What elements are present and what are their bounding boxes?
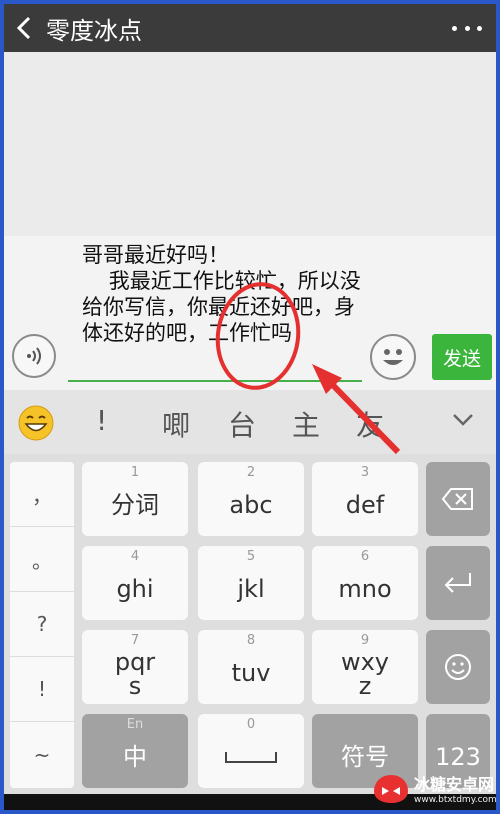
key-label: 分词 (111, 491, 159, 519)
key-label: ghi (116, 575, 154, 603)
watermark-title: 冰糖安卓网 (414, 775, 495, 794)
smiley-icon (445, 654, 471, 680)
send-button[interactable]: 发送 (432, 334, 492, 380)
candidate-item[interactable]: 友 (356, 404, 384, 444)
punct-key[interactable]: 。 (10, 527, 74, 592)
emoji-button[interactable] (370, 334, 416, 380)
watermark: 冰糖安卓网 www.btxtdmy.com (372, 766, 496, 810)
chevron-down-icon[interactable] (452, 412, 474, 432)
punct-key[interactable]: ， (10, 462, 74, 527)
key-number: 7 (130, 633, 140, 648)
candidate-item[interactable]: 唧 (162, 404, 190, 444)
key-6[interactable]: 6 mno (312, 546, 418, 620)
key-label: mno (338, 575, 392, 603)
key-label: pqr s (114, 648, 156, 700)
voice-icon (27, 347, 41, 365)
key-label: tuv (231, 659, 271, 687)
key-number: 4 (130, 549, 140, 564)
chat-header: 零度冰点 (4, 4, 496, 52)
more-dots-icon[interactable] (452, 14, 482, 42)
key-number: 9 (360, 633, 370, 648)
voice-input-button[interactable] (12, 334, 56, 378)
key-number: 8 (246, 633, 256, 648)
key-number: 2 (246, 465, 256, 480)
emoji-candidate-icon[interactable] (18, 405, 54, 441)
key-label: def (345, 491, 385, 519)
punct-key[interactable]: ! (10, 657, 74, 722)
key-4[interactable]: 4 ghi (82, 546, 188, 620)
language-switch-key[interactable]: En 中 (82, 714, 188, 788)
key-9[interactable]: 9 wxy z (312, 630, 418, 704)
key-number: 6 (360, 549, 370, 564)
app-frame: 零度冰点 哥哥最近好吗！ 我最近工作比较忙，所以没给你写信，你最近还好吧，身体还… (4, 4, 496, 810)
ime-keyboard: ， 。 ? ! ~ 1 分词 2 abc 3 def 4 ghi 5 jkl 6… (4, 454, 496, 794)
key-8[interactable]: 8 tuv (198, 630, 304, 704)
key-label: abc (229, 491, 273, 519)
emoji-key[interactable] (426, 630, 490, 704)
message-list[interactable] (4, 52, 496, 236)
key-number: 0 (246, 717, 256, 732)
enter-key[interactable] (426, 546, 490, 620)
key-number: 5 (246, 549, 256, 564)
enter-icon (444, 573, 471, 593)
key-7[interactable]: 7 pqr s (82, 630, 188, 704)
chat-title: 零度冰点 (46, 16, 142, 45)
candidate-item[interactable]: 主 (292, 404, 320, 444)
backspace-key[interactable] (426, 462, 490, 536)
message-text: 哥哥最近好吗！ 我最近工作比较忙，所以没给你写信，你最近还好吧，身体还好的吧，工… (82, 243, 361, 345)
watermark-url: www.btxtdmy.com (414, 795, 496, 805)
watermark-logo-icon (374, 775, 408, 803)
key-3[interactable]: 3 def (312, 462, 418, 536)
key-number: 1 (130, 465, 140, 480)
space-key[interactable]: 0 (198, 714, 304, 788)
punct-key[interactable]: ~ (10, 722, 74, 787)
punct-key[interactable]: ? (10, 592, 74, 657)
key-label: 中 (123, 743, 147, 771)
backspace-icon (441, 488, 473, 510)
punctuation-column[interactable]: ， 。 ? ! ~ (10, 462, 74, 788)
key-2[interactable]: 2 abc (198, 462, 304, 536)
candidate-bar: ! 唧 台 主 友 (4, 390, 496, 454)
candidate-item[interactable]: ! (96, 404, 107, 437)
key-hint: En (126, 717, 144, 732)
key-label: wxy z (340, 648, 390, 700)
key-label: jkl (237, 575, 265, 603)
composer-bar: 哥哥最近好吗！ 我最近工作比较忙，所以没给你写信，你最近还好吧，身体还好的吧，工… (4, 236, 496, 390)
key-1[interactable]: 1 分词 (82, 462, 188, 536)
space-icon (225, 752, 277, 763)
smiley-icon (383, 349, 403, 365)
candidate-item[interactable]: 台 (228, 404, 256, 444)
key-number: 3 (360, 465, 370, 480)
chevron-left-icon[interactable] (4, 4, 44, 52)
key-5[interactable]: 5 jkl (198, 546, 304, 620)
message-input[interactable]: 哥哥最近好吗！ 我最近工作比较忙，所以没给你写信，你最近还好吧，身体还好的吧，工… (68, 236, 362, 382)
